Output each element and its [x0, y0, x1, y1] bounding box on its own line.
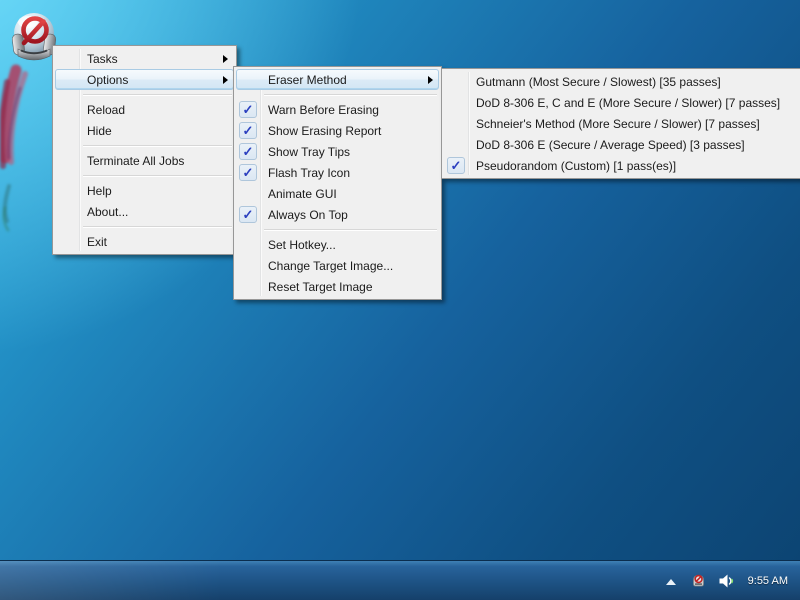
- menu-item-set-hotkey[interactable]: Set Hotkey...: [236, 234, 439, 255]
- menu-item-help[interactable]: Help: [55, 180, 234, 201]
- menu-item-label: DoD 8-306 E, C and E (More Secure / Slow…: [476, 96, 780, 110]
- menu-separator: [236, 225, 439, 234]
- menu-item-schneier-s-method-more-secure-slower-7-passes[interactable]: Schneier's Method (More Secure / Slower)…: [444, 113, 798, 134]
- menu-item-dod-8-306-e-secure-average-speed-3-passes[interactable]: DoD 8-306 E (Secure / Average Speed) [3 …: [444, 134, 798, 155]
- menu-item-label: Show Erasing Report: [268, 124, 381, 138]
- checkmark-icon: ✓: [239, 206, 257, 223]
- menu-item-label: Animate GUI: [268, 187, 337, 201]
- up-arrow-icon: [666, 579, 676, 585]
- checkmark-icon: ✓: [239, 101, 257, 118]
- wallpaper-paint-streaks: [0, 58, 46, 268]
- menu-item-reload[interactable]: Reload: [55, 99, 234, 120]
- menu-item-terminate-all-jobs[interactable]: Terminate All Jobs: [55, 150, 234, 171]
- submenu-arrow-icon: [223, 76, 228, 84]
- desktop: Tasks Options Reload Hide Terminate All Jobs…: [0, 0, 800, 600]
- menu-item-label: About...: [87, 205, 128, 219]
- taskbar: 9:55 AM: [0, 560, 800, 600]
- menu-item-show-erasing-report[interactable]: ✓ Show Erasing Report: [236, 120, 439, 141]
- menu-item-flash-tray-icon[interactable]: ✓ Flash Tray Icon: [236, 162, 439, 183]
- taskbar-clock[interactable]: 9:55 AM: [746, 575, 796, 587]
- menu-item-animate-gui[interactable]: Animate GUI: [236, 183, 439, 204]
- menu-item-label: Hide: [87, 124, 112, 138]
- show-hidden-icons-button[interactable]: [662, 572, 680, 590]
- menu-item-label: Options: [87, 73, 128, 87]
- menu-item-label: Show Tray Tips: [268, 145, 350, 159]
- menu-separator: [236, 90, 439, 99]
- menu-separator: [55, 90, 234, 99]
- menu-item-label: DoD 8-306 E (Secure / Average Speed) [3 …: [476, 138, 745, 152]
- submenu-arrow-icon: [223, 55, 228, 63]
- checkmark-icon: ✓: [239, 122, 257, 139]
- menu-item-label: Schneier's Method (More Secure / Slower)…: [476, 117, 760, 131]
- checkmark-icon: ✓: [239, 164, 257, 181]
- menu-item-about[interactable]: About...: [55, 201, 234, 222]
- checkmark-icon: ✓: [239, 143, 257, 160]
- checkmark-icon: ✓: [447, 157, 465, 174]
- submenu-options: Eraser Method ✓ Warn Before Erasing ✓ Show E…: [233, 66, 442, 300]
- menu-separator: [55, 171, 234, 180]
- menu-item-eraser-method[interactable]: Eraser Method: [236, 69, 439, 90]
- menu-item-dod-8-306-e-c-and-e-more-secure-slower-7-passes[interactable]: DoD 8-306 E, C and E (More Secure / Slow…: [444, 92, 798, 113]
- menu-item-label: Warn Before Erasing: [268, 103, 379, 117]
- menu-item-label: Exit: [87, 235, 107, 249]
- tray-menu-main: Tasks Options Reload Hide Terminate All Jobs…: [52, 45, 237, 255]
- menu-item-pseudorandom-custom-1-pass-es[interactable]: ✓ Pseudorandom (Custom) [1 pass(es)]: [444, 155, 798, 176]
- submenu-eraser-method: Gutmann (Most Secure / Slowest) [35 pass…: [441, 68, 800, 179]
- menu-item-always-on-top[interactable]: ✓ Always On Top: [236, 204, 439, 225]
- eraser-tray-glyph: [690, 572, 707, 589]
- menu-item-exit[interactable]: Exit: [55, 231, 234, 252]
- menu-item-gutmann-most-secure-slowest-35-passes[interactable]: Gutmann (Most Secure / Slowest) [35 pass…: [444, 71, 798, 92]
- menu-item-label: Reload: [87, 103, 125, 117]
- submenu-arrow-icon: [428, 76, 433, 84]
- menu-item-label: Terminate All Jobs: [87, 154, 184, 168]
- menu-item-show-tray-tips[interactable]: ✓ Show Tray Tips: [236, 141, 439, 162]
- menu-item-change-target-image[interactable]: Change Target Image...: [236, 255, 439, 276]
- menu-item-label: Flash Tray Icon: [268, 166, 350, 180]
- menu-item-warn-before-erasing[interactable]: ✓ Warn Before Erasing: [236, 99, 439, 120]
- menu-item-label: Set Hotkey...: [268, 238, 336, 252]
- system-tray: 9:55 AM: [662, 561, 796, 600]
- volume-icon[interactable]: [718, 572, 736, 590]
- menu-item-label: Help: [87, 184, 112, 198]
- menu-separator: [55, 222, 234, 231]
- menu-item-reset-target-image[interactable]: Reset Target Image: [236, 276, 439, 297]
- menu-item-label: Gutmann (Most Secure / Slowest) [35 pass…: [476, 75, 721, 89]
- menu-item-label: Tasks: [87, 52, 118, 66]
- speaker-glyph: [718, 573, 736, 589]
- menu-item-label: Reset Target Image: [268, 280, 373, 294]
- menu-item-label: Always On Top: [268, 208, 348, 222]
- menu-item-options[interactable]: Options: [55, 69, 234, 90]
- menu-separator: [55, 141, 234, 150]
- menu-item-label: Change Target Image...: [268, 259, 393, 273]
- menu-item-hide[interactable]: Hide: [55, 120, 234, 141]
- eraser-tray-icon[interactable]: [690, 572, 708, 590]
- menu-item-tasks[interactable]: Tasks: [55, 48, 234, 69]
- menu-item-label: Eraser Method: [268, 73, 347, 87]
- menu-item-label: Pseudorandom (Custom) [1 pass(es)]: [476, 159, 676, 173]
